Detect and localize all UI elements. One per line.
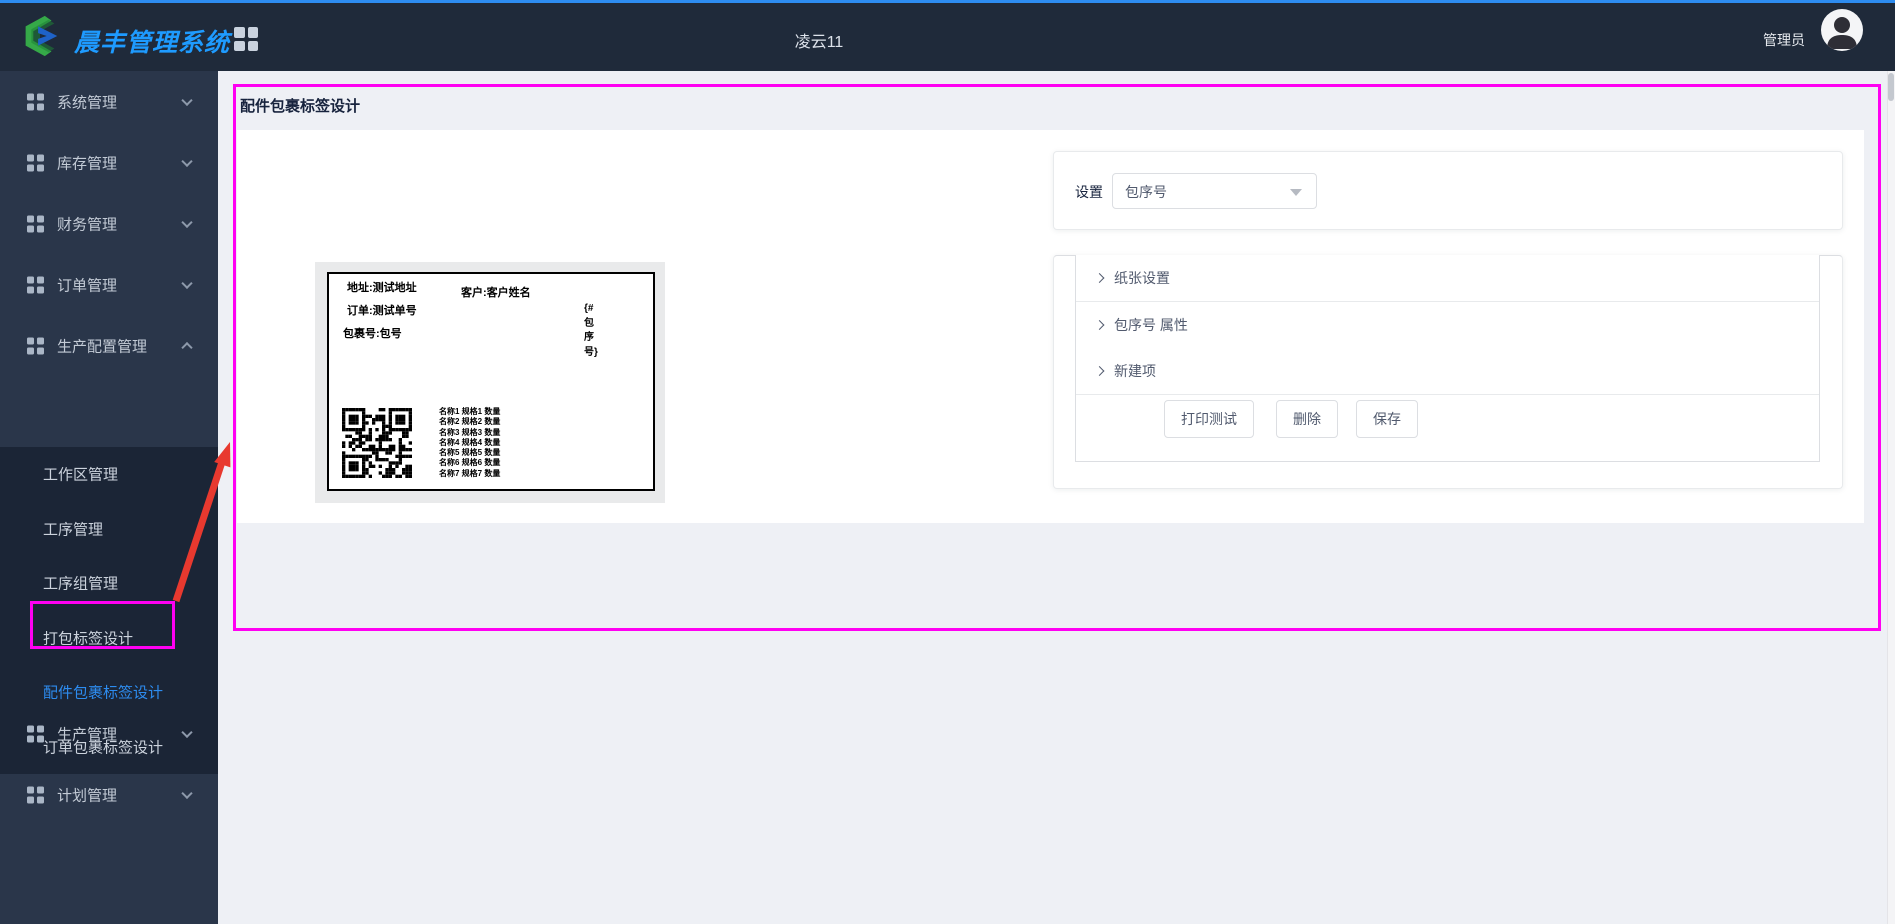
sidebar-item-system[interactable]: 系统管理 bbox=[0, 71, 218, 132]
chevron-right-icon bbox=[1094, 273, 1105, 283]
grid-icon bbox=[27, 154, 44, 171]
chevron-down-icon bbox=[181, 216, 193, 228]
sidebar-item-label: 系统管理 bbox=[57, 94, 118, 111]
label-field-package-no[interactable]: 包裹号:包号 bbox=[343, 325, 402, 341]
sidebar-item-production-config[interactable]: 生产配置管理 bbox=[0, 315, 218, 376]
grid-icon bbox=[27, 215, 44, 232]
brand-logo-icon bbox=[25, 15, 58, 57]
submenu-item-label: 工作区管理 bbox=[43, 466, 119, 484]
chevron-up-icon bbox=[181, 341, 193, 353]
collapse-menu-icon[interactable] bbox=[234, 27, 258, 51]
submenu-item-process-group[interactable]: 工序组管理 bbox=[0, 556, 218, 611]
qr-code[interactable] bbox=[342, 408, 412, 478]
accordion-row-paper-settings[interactable]: 纸张设置 bbox=[1076, 255, 1819, 302]
accordion-row-label: 新建项 bbox=[1114, 363, 1156, 379]
dropdown-caret-icon bbox=[1290, 189, 1302, 196]
grid-icon bbox=[27, 725, 44, 742]
settings-label: 设置 bbox=[1075, 184, 1103, 200]
grid-icon bbox=[27, 276, 44, 293]
grid-icon bbox=[27, 786, 44, 803]
label-field-address[interactable]: 地址:测试地址 bbox=[347, 279, 417, 295]
accordion-row-field-properties[interactable]: 包序号 属性 bbox=[1076, 302, 1819, 349]
sidebar-item-label: 财务管理 bbox=[57, 216, 118, 233]
workspace-title: 凌云11 bbox=[794, 34, 844, 51]
print-test-button[interactable]: 打印测试 bbox=[1164, 400, 1254, 438]
sidebar-item-label: 库存管理 bbox=[57, 155, 118, 172]
accordion-row-new-item[interactable]: 新建项 bbox=[1076, 348, 1819, 395]
submenu-item-workzone[interactable]: 工作区管理 bbox=[0, 447, 218, 502]
sidebar-item-label: 计划管理 bbox=[57, 787, 118, 804]
sidebar-item-label: 订单管理 bbox=[57, 277, 118, 294]
delete-button[interactable]: 删除 bbox=[1276, 400, 1338, 438]
label-field-customer[interactable]: 客户:客户姓名 bbox=[461, 284, 531, 300]
label-field-package-seq-vertical[interactable]: {# 包序号} bbox=[584, 302, 598, 360]
grid-icon bbox=[27, 337, 44, 354]
brand-title: 晨丰管理系统 bbox=[74, 29, 231, 57]
chevron-down-icon bbox=[181, 94, 193, 106]
sidebar-item-planning[interactable]: 计划管理 bbox=[0, 764, 218, 825]
sidebar-item-production[interactable]: 生产管理 bbox=[0, 703, 218, 764]
label-field-item-list[interactable]: 名称1 规格1 数量 名称2 规格2 数量 名称3 规格3 数量 名称4 规格4 数量… bbox=[439, 407, 500, 479]
save-button[interactable]: 保存 bbox=[1356, 400, 1418, 438]
chevron-down-icon bbox=[181, 726, 193, 738]
chevron-right-icon bbox=[1094, 320, 1105, 330]
label-preview[interactable]: 地址:测试地址 客户:客户姓名 订单:测试单号 包裹号:包号 {# 包序号} 名称… bbox=[327, 272, 655, 491]
sidebar-item-orders[interactable]: 订单管理 bbox=[0, 254, 218, 315]
chevron-down-icon bbox=[181, 155, 193, 167]
submenu-item-packing-label-design[interactable]: 打包标签设计 bbox=[0, 611, 218, 666]
sidebar-item-label: 生产配置管理 bbox=[57, 338, 148, 355]
settings-accordion: 纸张设置 包序号 属性 新建项 打印测试 删除 保存 bbox=[1075, 255, 1820, 462]
submenu-item-label: 工序组管理 bbox=[43, 575, 119, 593]
sidebar-item-finance[interactable]: 财务管理 bbox=[0, 193, 218, 254]
scrollbar-thumb[interactable] bbox=[1888, 73, 1894, 101]
accordion-row-label: 纸张设置 bbox=[1114, 270, 1170, 286]
person-icon bbox=[1827, 17, 1857, 49]
scrollbar-track bbox=[1887, 71, 1895, 924]
sidebar: 系统管理 库存管理 财务管理 订单管理 生产配置管理 工作区管理 工序管理 工序… bbox=[0, 71, 218, 924]
submenu-item-label: 配件包裹标签设计 bbox=[43, 684, 164, 702]
label-field-order[interactable]: 订单:测试单号 bbox=[347, 302, 417, 318]
page-title: 配件包裹标签设计 bbox=[240, 98, 361, 115]
current-user-label[interactable]: 管理员 bbox=[1763, 30, 1805, 50]
sidebar-item-inventory[interactable]: 库存管理 bbox=[0, 132, 218, 193]
chevron-down-icon bbox=[181, 277, 193, 289]
grid-icon bbox=[27, 93, 44, 110]
field-select-dropdown[interactable]: 包序号 bbox=[1112, 173, 1317, 209]
chevron-down-icon bbox=[181, 787, 193, 799]
app-window: 晨丰管理系统 凌云11 管理员 系统管理 库存管理 财务管理 订单管理 生产配置… bbox=[0, 0, 1895, 924]
submenu-item-label: 工序管理 bbox=[43, 521, 104, 539]
submenu-item-label: 打包标签设计 bbox=[43, 630, 134, 648]
accordion-row-label: 包序号 属性 bbox=[1114, 317, 1188, 333]
user-avatar[interactable] bbox=[1821, 9, 1863, 51]
submenu-item-process[interactable]: 工序管理 bbox=[0, 502, 218, 557]
selected-field-value: 包序号 bbox=[1125, 184, 1167, 200]
chevron-right-icon bbox=[1094, 366, 1105, 376]
topbar: 晨丰管理系统 凌云11 管理员 bbox=[0, 3, 1895, 71]
sidebar-item-label: 生产管理 bbox=[57, 726, 118, 743]
